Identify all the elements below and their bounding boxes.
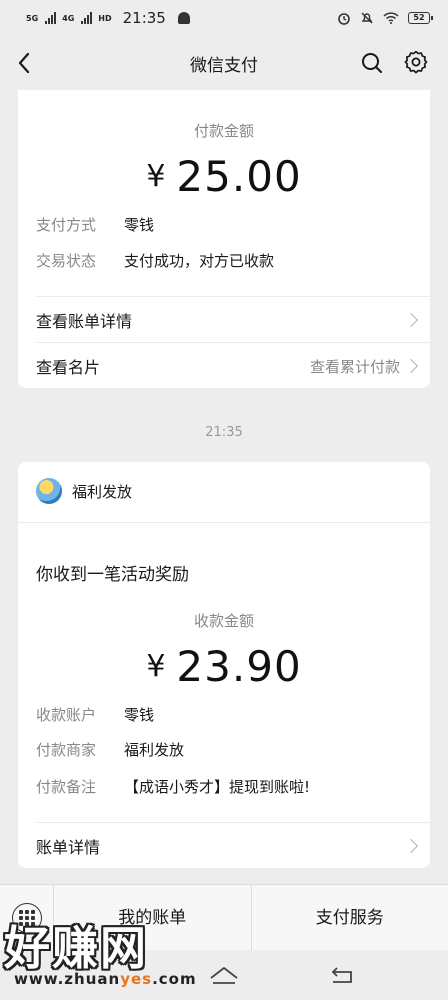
divider (18, 522, 430, 523)
view-cumulative-payment-link[interactable]: 查看累计付款 (310, 356, 400, 377)
signal-icon (45, 12, 57, 24)
payment-method-row: 支付方式 零钱 (36, 214, 154, 235)
search-icon (362, 53, 382, 73)
bottom-menu-bar: 我的账单 支付服务 (0, 884, 448, 951)
keyboard-icon (11, 902, 42, 933)
field-value: 【成语小秀才】提现到账啦! (124, 778, 311, 796)
field-key: 支付方式 (36, 216, 97, 234)
sender-header[interactable]: 福利发放 (36, 478, 132, 504)
hd-label: HD (98, 13, 112, 23)
top-nav: 微信支付 (0, 36, 448, 90)
payment-amount-label: 付款金额 (193, 122, 254, 140)
view-bill-detail-row[interactable]: 查看账单详情 (36, 300, 419, 340)
notification-icon (177, 12, 190, 24)
avatar (36, 478, 62, 504)
chevron-right-icon (403, 312, 419, 328)
wifi-icon (383, 12, 399, 24)
currency-symbol: ¥ (146, 649, 167, 684)
receive-amount: ¥23.90 (18, 642, 430, 691)
mute-icon (361, 12, 373, 24)
battery-icon: 52 (408, 12, 433, 24)
sender-name: 福利发放 (72, 482, 133, 501)
network-5g-label: 5G (26, 13, 39, 23)
bill-detail-row[interactable]: 账单详情 (36, 826, 419, 866)
settings-button[interactable] (402, 49, 430, 77)
row-label: 账单详情 (36, 838, 101, 857)
gear-icon (404, 51, 428, 74)
payment-note-row: 付款备注 【成语小秀才】提现到账啦! (36, 776, 310, 797)
payment-amount-value: 25.00 (176, 152, 302, 201)
divider (36, 342, 430, 343)
system-back-icon[interactable] (329, 964, 355, 986)
field-key: 付款备注 (36, 778, 97, 796)
divider (36, 296, 430, 297)
chevron-right-icon (403, 838, 419, 854)
message-timestamp: 21:35 (205, 425, 243, 440)
page-title: 微信支付 (190, 55, 258, 76)
receive-account-row: 收款账户 零钱 (36, 704, 154, 725)
home-icon[interactable] (209, 964, 239, 986)
receive-amount-value: 23.90 (176, 642, 302, 691)
divider (36, 822, 430, 823)
payment-card: 付款金额 ¥25.00 支付方式 零钱 交易状态 支付成功，对方已收款 查看账单… (18, 90, 430, 388)
search-button[interactable] (358, 49, 386, 77)
tab-my-bills[interactable]: 我的账单 (54, 885, 251, 951)
keyboard-toggle-button[interactable] (0, 884, 54, 951)
back-button[interactable] (10, 49, 38, 77)
signal-icon-2 (81, 12, 93, 24)
field-key: 交易状态 (36, 252, 97, 270)
chevron-right-icon (403, 358, 419, 374)
transaction-status-row: 交易状态 支付成功，对方已收款 (36, 250, 274, 271)
currency-symbol: ¥ (146, 159, 167, 194)
field-value: 零钱 (124, 216, 155, 234)
message-title: 你收到一笔活动奖励 (36, 565, 189, 585)
field-value: 零钱 (124, 706, 155, 724)
status-bar: 5G 4G HD 21:35 52 (0, 0, 448, 36)
row-label: 查看名片 (36, 358, 101, 377)
field-key: 收款账户 (36, 706, 97, 724)
payment-amount: ¥25.00 (18, 152, 430, 201)
alarm-icon (338, 13, 350, 25)
receive-amount-label: 收款金额 (193, 612, 254, 630)
view-card-row[interactable]: 查看名片 查看累计付款 (36, 346, 419, 386)
chevron-left-icon (18, 52, 30, 74)
tab-payment-services[interactable]: 支付服务 (250, 884, 448, 951)
field-value: 福利发放 (124, 741, 185, 759)
field-key: 付款商家 (36, 741, 97, 759)
network-4g-label: 4G (62, 13, 75, 23)
status-time: 21:35 (122, 9, 166, 27)
reward-card[interactable]: 福利发放 你收到一笔活动奖励 收款金额 ¥23.90 收款账户 零钱 付款商家 … (18, 462, 430, 868)
system-nav-bar (0, 950, 448, 1000)
row-label: 查看账单详情 (36, 312, 133, 331)
merchant-row: 付款商家 福利发放 (36, 739, 184, 760)
field-value: 支付成功，对方已收款 (124, 252, 275, 270)
